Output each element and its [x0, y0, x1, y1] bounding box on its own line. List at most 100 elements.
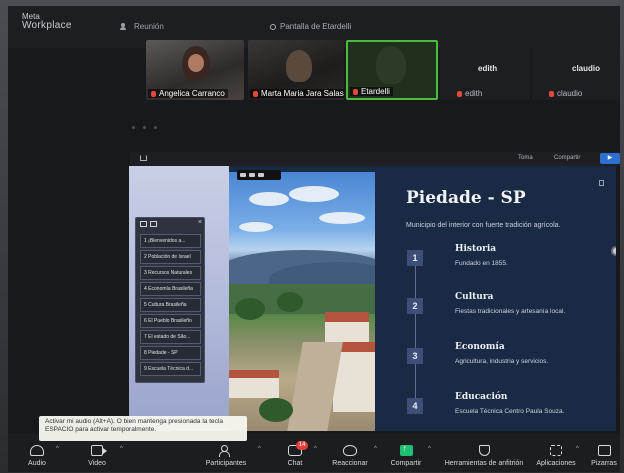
item-connector — [415, 266, 416, 302]
react-caret-icon[interactable]: ^ — [374, 446, 377, 452]
participant-nametag: claudio — [546, 89, 585, 98]
participant-video — [286, 50, 312, 82]
cloud — [249, 192, 289, 206]
brand-line2: Workplace — [22, 20, 72, 31]
tree — [277, 292, 303, 312]
participant-face — [188, 54, 204, 72]
participant-name: edith — [465, 89, 483, 98]
react-label: Reaccionar — [332, 460, 368, 467]
whiteboard-icon — [597, 445, 611, 456]
outline-row[interactable]: 8 Piedade - SP — [140, 346, 201, 360]
slide-editor-bar: Toma Compartir ▶ — [130, 152, 620, 166]
screen-owner-indicator[interactable]: Pantalla de Etardelli — [270, 22, 351, 31]
participant-display-name: claudio — [572, 64, 601, 73]
apps-label: Aplicaciones — [536, 460, 576, 467]
landscape-photo[interactable] — [229, 172, 375, 431]
outline-row[interactable]: 5 Cultura Brasileña — [140, 298, 201, 312]
chat-label: Chat — [287, 460, 303, 467]
house-wall — [325, 322, 369, 342]
slide-outline-panel: × 1 ¡Bienvenidos a... 2 Población de Isr… — [135, 217, 205, 383]
nav-dot-icon — [132, 125, 135, 129]
tree — [235, 298, 265, 320]
item-desc: Fiestas tradicionales y artesanía local. — [455, 308, 566, 315]
toma-button[interactable]: Toma — [518, 155, 533, 161]
image-tool-icon[interactable] — [240, 173, 246, 177]
react-button[interactable]: Reaccionar — [326, 434, 374, 472]
item-connector — [415, 314, 416, 350]
audio-options-caret-icon[interactable]: ^ — [56, 446, 59, 452]
participant-name: claudio — [557, 89, 583, 98]
participant-video — [376, 46, 406, 84]
item-desc: Escuela Técnica Centro Paula Souza. — [455, 408, 565, 415]
participants-label: Participantes — [205, 460, 247, 467]
house-wall — [229, 378, 279, 398]
participant-tile[interactable]: Marta Maria Jara Salas — [248, 40, 344, 100]
share-indicator-icon — [270, 23, 276, 30]
whiteboard-label: Pizarras — [591, 460, 617, 467]
item-title: Educación — [455, 392, 508, 402]
street — [287, 342, 343, 431]
image-tool-icon[interactable] — [249, 173, 255, 177]
participant-nametag: Marta Maria Jara Salas — [250, 89, 344, 98]
participant-tile-active-speaker[interactable]: Etardelli — [346, 40, 438, 100]
participant-tile[interactable]: edith edith — [440, 40, 530, 100]
outline-row[interactable]: 9 Escuela Técnica d... — [140, 362, 201, 376]
app-brand: Meta Workplace — [22, 12, 72, 31]
outline-row[interactable]: 4 Economía Brasileña — [140, 282, 201, 296]
present-button[interactable]: ▶ — [600, 153, 620, 164]
host-tools-label: Herramientas de anfitrión — [444, 460, 524, 467]
audio-label: Audio — [28, 460, 46, 467]
slide-subtitle: Municipio del interior con fuerte tradic… — [406, 222, 561, 229]
outline-row[interactable]: 6 El Pueblo Brasileño — [140, 314, 201, 328]
nav-dot-icon — [143, 125, 146, 129]
shared-browser-toolbar — [132, 122, 482, 132]
chat-unread-badge: 14 — [296, 441, 308, 450]
item-number: 2 — [407, 298, 423, 314]
share-screen-button[interactable]: Compartir — [386, 434, 426, 472]
delete-icon[interactable] — [599, 180, 604, 186]
item-title: Economía — [455, 342, 505, 352]
item-number: 1 — [407, 250, 423, 266]
list-view-icon[interactable] — [150, 220, 157, 227]
mic-muted-icon — [353, 88, 358, 95]
home-icon[interactable] — [140, 155, 147, 161]
outline-row[interactable]: 3 Recursos Naturales — [140, 266, 201, 280]
participant-nametag: Angelica Carranco — [148, 89, 228, 98]
participant-name: Etardelli — [361, 87, 390, 96]
grid-view-icon[interactable] — [140, 220, 147, 227]
chat-caret-icon[interactable]: ^ — [314, 446, 317, 452]
close-icon[interactable]: × — [198, 219, 202, 226]
apps-button[interactable]: Aplicaciones — [532, 434, 580, 472]
participant-nametag: edith — [454, 89, 485, 98]
meeting-label-text: Reunión — [134, 22, 164, 31]
participant-tile[interactable]: claudio claudio — [532, 40, 620, 100]
apps-caret-icon[interactable]: ^ — [576, 446, 579, 452]
item-title: Historia — [455, 244, 497, 254]
outline-header: × — [136, 218, 206, 229]
slide-title: Piedade - SP — [406, 188, 526, 208]
image-toolbar[interactable] — [237, 170, 281, 180]
apps-icon — [550, 445, 562, 456]
house-roof — [325, 312, 369, 322]
video-options-caret-icon[interactable]: ^ — [120, 446, 123, 452]
scroll-handle[interactable] — [611, 246, 616, 256]
outline-row[interactable]: 1 ¡Bienvenidos a... — [140, 234, 201, 248]
outline-row[interactable]: 7 El estado de São... — [140, 330, 201, 344]
image-tool-icon[interactable] — [258, 173, 264, 177]
mic-muted-icon — [549, 90, 554, 97]
participants-caret-icon[interactable]: ^ — [258, 446, 261, 452]
share-link-button[interactable]: Compartir — [554, 155, 580, 161]
item-title: Cultura — [455, 292, 494, 302]
audio-tooltip: Activar mi audio (Alt+A). O bien manteng… — [39, 416, 247, 441]
meeting-label[interactable]: Reunión — [120, 22, 164, 31]
mic-muted-icon — [253, 90, 258, 97]
chat-button[interactable]: 14 Chat — [282, 434, 308, 472]
participant-name: Angelica Carranco — [159, 89, 225, 98]
people-icon — [120, 22, 130, 31]
participant-name: Marta Maria Jara Salas — [261, 89, 344, 98]
whiteboard-button[interactable]: Pizarras — [588, 434, 620, 472]
host-tools-button[interactable]: Herramientas de anfitrión — [436, 434, 532, 472]
share-caret-icon[interactable]: ^ — [428, 446, 431, 452]
participant-tile[interactable]: Angelica Carranco — [146, 40, 244, 100]
outline-row[interactable]: 2 Población de Israel — [140, 250, 201, 264]
